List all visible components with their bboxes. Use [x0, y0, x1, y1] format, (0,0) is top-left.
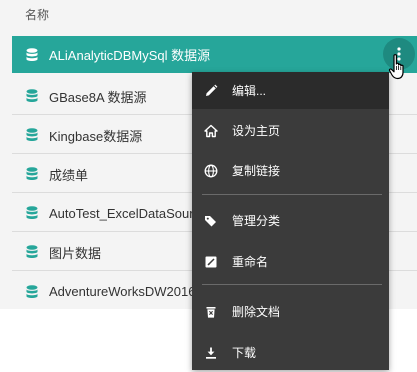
list-item-label: 成绩单: [49, 167, 89, 183]
download-icon: [206, 347, 216, 359]
list-item-label: GBase8A 数据源: [49, 89, 147, 105]
database-icon: [26, 245, 38, 259]
column-header-name[interactable]: 名称: [25, 6, 49, 23]
list-item-label: 图片数据: [49, 245, 102, 261]
menu-item-label: 下载: [232, 346, 257, 360]
tags-icon: [205, 215, 216, 226]
menu-item-label: 编辑...: [232, 84, 267, 98]
menu-item-label: 设为主页: [232, 124, 281, 138]
database-icon: [26, 89, 38, 103]
menu-item-label: 删除文档: [232, 305, 281, 319]
menu-item-copy-link[interactable]: 复制链接: [192, 152, 389, 189]
home-icon: [204, 124, 218, 137]
menu-item-delete[interactable]: 删除文档: [192, 293, 389, 330]
database-icon: [26, 206, 38, 220]
list-item-label: AdventureWorksDW2016: [49, 284, 196, 299]
list-item-label: ALiAnalyticDBMySql 数据源: [49, 48, 211, 63]
trash-icon: [206, 306, 216, 318]
menu-divider: [202, 284, 382, 285]
menu-item-label: 重命名: [232, 255, 269, 269]
pencil-icon: [206, 84, 218, 96]
database-icon: [26, 128, 38, 142]
menu-item-set-home[interactable]: 设为主页: [192, 112, 389, 149]
menu-item-label: 复制链接: [232, 164, 281, 178]
context-menu: 编辑... 设为主页 复制链接 管理分类 重命名 删除文档 下载: [192, 72, 389, 370]
database-icon: [26, 47, 38, 61]
menu-divider: [202, 194, 382, 195]
menu-item-rename[interactable]: 重命名: [192, 243, 389, 280]
rename-icon: [205, 256, 217, 267]
menu-item-label: 管理分类: [232, 214, 281, 228]
hand-cursor-icon: [388, 54, 404, 80]
list-item-label: Kingbase数据源: [49, 128, 143, 144]
list-item-label: AutoTest_ExcelDataSource: [49, 205, 208, 221]
menu-item-edit[interactable]: 编辑...: [192, 72, 389, 109]
database-icon: [26, 284, 38, 298]
page: 名称 ALiAnalyticDBMySql 数据源 GBase8A 数据源 Ki…: [0, 0, 417, 372]
database-icon: [26, 167, 38, 181]
globe-icon: [204, 164, 218, 177]
list-item[interactable]: ALiAnalyticDBMySql 数据源: [12, 36, 417, 73]
menu-item-manage-categories[interactable]: 管理分类: [192, 202, 389, 239]
menu-item-download[interactable]: 下载: [192, 334, 389, 371]
